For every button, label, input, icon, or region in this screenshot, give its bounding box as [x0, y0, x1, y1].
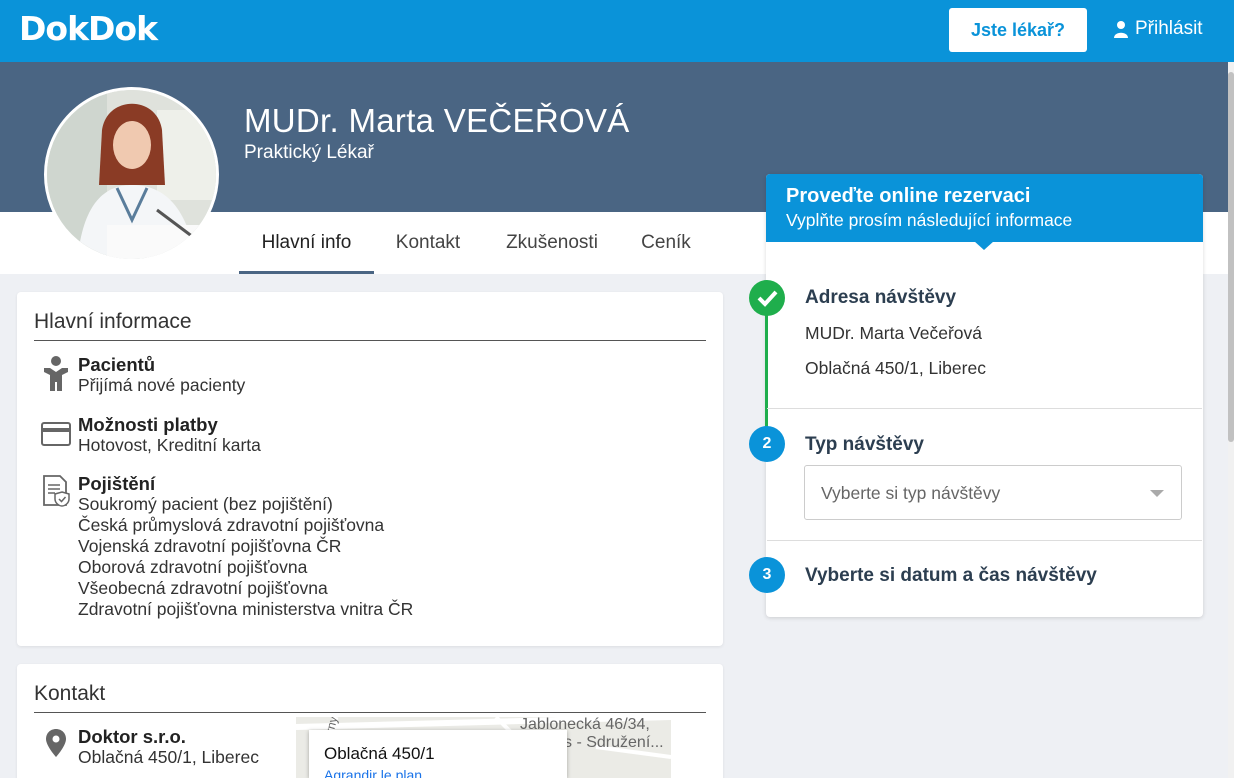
- logo[interactable]: DokDok: [19, 9, 158, 48]
- insurance-item: Vojenská zdravotní pojišťovna ČR: [78, 536, 342, 556]
- booking-header: Proveďte online rezervaci Vyplňte prosím…: [766, 174, 1203, 242]
- doctor-avatar: [44, 87, 219, 262]
- scrollbar-thumb[interactable]: [1228, 72, 1234, 442]
- tab-contact[interactable]: Kontakt: [384, 212, 472, 274]
- insurance-document-icon: [43, 475, 70, 507]
- insurance-row: Pojištění Soukromý pacient (bez pojištěn…: [34, 473, 413, 620]
- visit-type-select[interactable]: Vyberte si typ návštěvy: [804, 465, 1182, 520]
- map-label-mid: s - Sdružení...: [564, 734, 664, 751]
- credit-card-icon: [41, 422, 71, 446]
- contact-address-row: Doktor s.r.o. Oblačná 450/1, Liberec: [34, 726, 259, 768]
- tab-main-info[interactable]: Hlavní info: [239, 212, 374, 274]
- scrollbar[interactable]: [1228, 62, 1234, 778]
- divider: [767, 408, 1202, 409]
- payment-row: Možnosti platby Hotovost, Kreditní karta: [34, 414, 261, 456]
- login-link[interactable]: Přihlásit: [1113, 18, 1203, 40]
- top-bar: DokDok Jste lékař? Přihlásit: [0, 0, 1234, 62]
- step-2-title: Typ návštěvy: [805, 434, 924, 455]
- booking-header-arrow: [974, 241, 994, 250]
- step-3-badge: 3: [749, 557, 785, 593]
- insurance-item: Česká průmyslová zdravotní pojišťovna: [78, 515, 385, 535]
- booking-subtitle: Vyplňte prosím následující informace: [786, 210, 1073, 230]
- tab-experience[interactable]: Zkušenosti: [492, 212, 612, 274]
- user-icon: [1114, 21, 1128, 38]
- insurance-label: Pojištění: [78, 473, 156, 494]
- step-1-title: Adresa návštěvy: [805, 287, 957, 308]
- patients-value: Přijímá nové pacienty: [78, 375, 246, 395]
- insurance-item: Všeobecná zdravotní pojišťovna: [78, 578, 328, 598]
- patients-row: Pacientů Přijímá nové pacienty: [34, 354, 245, 396]
- visit-type-placeholder: Vyberte si typ návštěvy: [821, 483, 1001, 503]
- doctor-specialty: Praktický Lékař: [244, 142, 374, 163]
- chevron-down-icon: [1150, 490, 1164, 497]
- doctor-photo: [47, 90, 216, 259]
- map-info-card: Oblačná 450/1 Agrandir le plan: [309, 730, 567, 778]
- main-info-title: Hlavní informace: [34, 310, 192, 333]
- divider: [34, 340, 706, 341]
- person-icon: [44, 356, 68, 391]
- insurance-item: Zdravotní pojišťovna ministerstva vnitra…: [78, 599, 414, 619]
- are-you-doctor-button[interactable]: Jste lékař?: [949, 8, 1087, 52]
- step-1-done: [749, 280, 785, 316]
- login-label: Přihlásit: [1135, 18, 1203, 39]
- patients-label: Pacientů: [78, 354, 156, 375]
- divider: [34, 712, 706, 713]
- location-pin-icon: [46, 729, 66, 757]
- company-name: Doktor s.r.o.: [78, 726, 186, 747]
- insurance-item: Oborová zdravotní pojišťovna: [78, 557, 308, 577]
- payment-label: Možnosti platby: [78, 414, 218, 435]
- visit-address: Oblačná 450/1, Liberec: [805, 358, 986, 378]
- main-info-card: Hlavní informace Pacientů Přijímá nové p…: [17, 292, 723, 646]
- check-icon: [757, 290, 778, 307]
- step-progress-line: [765, 315, 768, 430]
- map-address: Oblačná 450/1: [324, 744, 435, 763]
- divider: [767, 540, 1202, 541]
- contact-title: Kontakt: [34, 682, 106, 705]
- payment-value: Hotovost, Kreditní karta: [78, 435, 261, 455]
- insurance-item: Soukromý pacient (bez pojištění): [78, 494, 333, 514]
- enlarge-map-link[interactable]: Agrandir le plan: [324, 767, 422, 778]
- booking-title: Proveďte online rezervaci: [786, 185, 1031, 207]
- company-address: Oblačná 450/1, Liberec: [78, 747, 259, 767]
- doctor-name: MUDr. Marta VEČEŘOVÁ: [244, 102, 630, 139]
- step-2-badge: 2: [749, 426, 785, 462]
- step-3-title[interactable]: Vyberte si datum a čas návštěvy: [805, 565, 1097, 587]
- tab-pricing[interactable]: Ceník: [631, 212, 701, 274]
- booking-panel: Proveďte online rezervaci Vyplňte prosím…: [766, 174, 1203, 617]
- visit-doctor-name: MUDr. Marta Večeřová: [805, 323, 982, 343]
